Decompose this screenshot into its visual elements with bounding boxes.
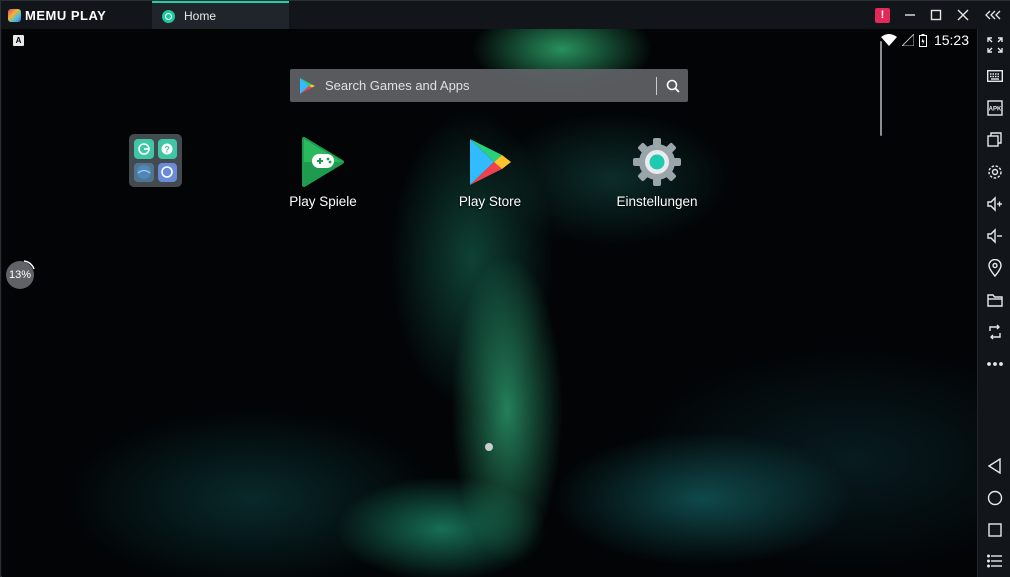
fullscreen-icon <box>986 37 1003 53</box>
settings-icon <box>987 165 1002 179</box>
more-icon <box>986 362 1003 366</box>
alert-button[interactable]: ! <box>875 8 890 23</box>
status-bar-right: 15:23 <box>880 32 969 48</box>
tab-home[interactable]: Home <box>152 1 289 29</box>
app-folder[interactable]: ? <box>129 134 182 187</box>
search-input[interactable]: Search Games and Apps <box>325 78 656 93</box>
rotate-icon <box>988 324 1001 340</box>
collapse-toolbar-button[interactable] <box>985 7 1001 23</box>
memu-window: MEMU PLAY Home ! A 15:23 Search Games an… <box>0 0 1010 577</box>
app-label: Play Store <box>458 194 522 209</box>
scroll-indicator <box>880 41 882 136</box>
app-label: Play Spiele <box>289 194 357 209</box>
battery-icon <box>918 33 927 47</box>
app-play-spiele[interactable]: Play Spiele <box>268 135 378 209</box>
page-indicator <box>485 443 493 451</box>
memu-logo: MEMU PLAY <box>8 7 106 23</box>
back-button[interactable] <box>978 453 1010 479</box>
search-icon <box>666 79 680 93</box>
back-icon <box>987 458 1001 474</box>
app-name: MEMU PLAY <box>25 7 107 23</box>
clock: 15:23 <box>933 32 969 48</box>
volume-up-icon <box>986 196 1002 212</box>
maximize-button[interactable] <box>928 7 944 23</box>
signal-icon <box>901 34 914 46</box>
home-tab-icon <box>162 9 175 23</box>
right-toolbar: APK <box>977 29 1010 577</box>
settings-gear-icon <box>630 135 684 189</box>
home-button[interactable] <box>978 485 1010 511</box>
browser-icon <box>134 162 154 182</box>
recent-apps-icon <box>987 523 1002 537</box>
progress-label: 13% <box>8 269 32 281</box>
camera-icon <box>157 162 177 182</box>
play-store-search-icon <box>300 77 315 94</box>
android-home-screen[interactable]: A 15:23 Search Games and Apps ? Play Spi… <box>2 29 977 577</box>
menu-icon <box>986 554 1002 568</box>
recent-apps-button[interactable] <box>978 517 1010 543</box>
app-label: Einstellungen <box>616 194 698 209</box>
search-button[interactable] <box>657 69 688 102</box>
play-store-icon <box>463 135 517 189</box>
wifi-icon <box>880 34 897 46</box>
keyboard-icon <box>986 70 1003 82</box>
title-bar: MEMU PLAY Home ! <box>1 1 1010 29</box>
shared-folder-button[interactable] <box>978 287 1010 313</box>
location-button[interactable] <box>978 255 1010 281</box>
google-icon <box>134 139 154 159</box>
more-button[interactable] <box>978 351 1010 377</box>
maximize-icon <box>930 9 942 21</box>
volume-up-button[interactable] <box>978 191 1010 217</box>
multi-window-button[interactable] <box>978 127 1010 153</box>
progress-badge[interactable]: 13% <box>6 261 34 289</box>
multi-window-icon <box>986 132 1002 147</box>
app-einstellungen[interactable]: Einstellungen <box>602 135 712 209</box>
search-bar[interactable]: Search Games and Apps <box>290 69 688 102</box>
close-button[interactable] <box>955 7 971 23</box>
play-games-icon <box>296 135 350 189</box>
double-chevron-left-icon <box>985 10 1001 20</box>
home-icon <box>987 490 1002 506</box>
apk-button[interactable]: APK <box>978 95 1010 121</box>
settings-button[interactable] <box>978 159 1010 185</box>
minimize-button[interactable] <box>902 7 918 23</box>
apk-icon: APK <box>986 100 1003 116</box>
fullscreen-button[interactable] <box>978 32 1010 58</box>
memu-logo-icon <box>8 8 21 22</box>
status-indicator: A <box>13 35 24 46</box>
rotate-button[interactable] <box>978 319 1010 345</box>
close-icon <box>957 9 969 21</box>
tab-label: Home <box>184 9 217 23</box>
svg-text:APK: APK <box>988 107 1001 113</box>
folder-icon <box>986 294 1003 307</box>
app-play-store[interactable]: Play Store <box>435 135 545 209</box>
menu-button[interactable] <box>978 548 1010 574</box>
svg-text:?: ? <box>165 144 171 154</box>
minimize-icon <box>905 14 915 16</box>
location-icon <box>987 259 1002 277</box>
keyboard-button[interactable] <box>978 63 1010 89</box>
help-icon: ? <box>157 139 177 159</box>
volume-down-button[interactable] <box>978 223 1010 249</box>
volume-down-icon <box>986 228 1002 244</box>
